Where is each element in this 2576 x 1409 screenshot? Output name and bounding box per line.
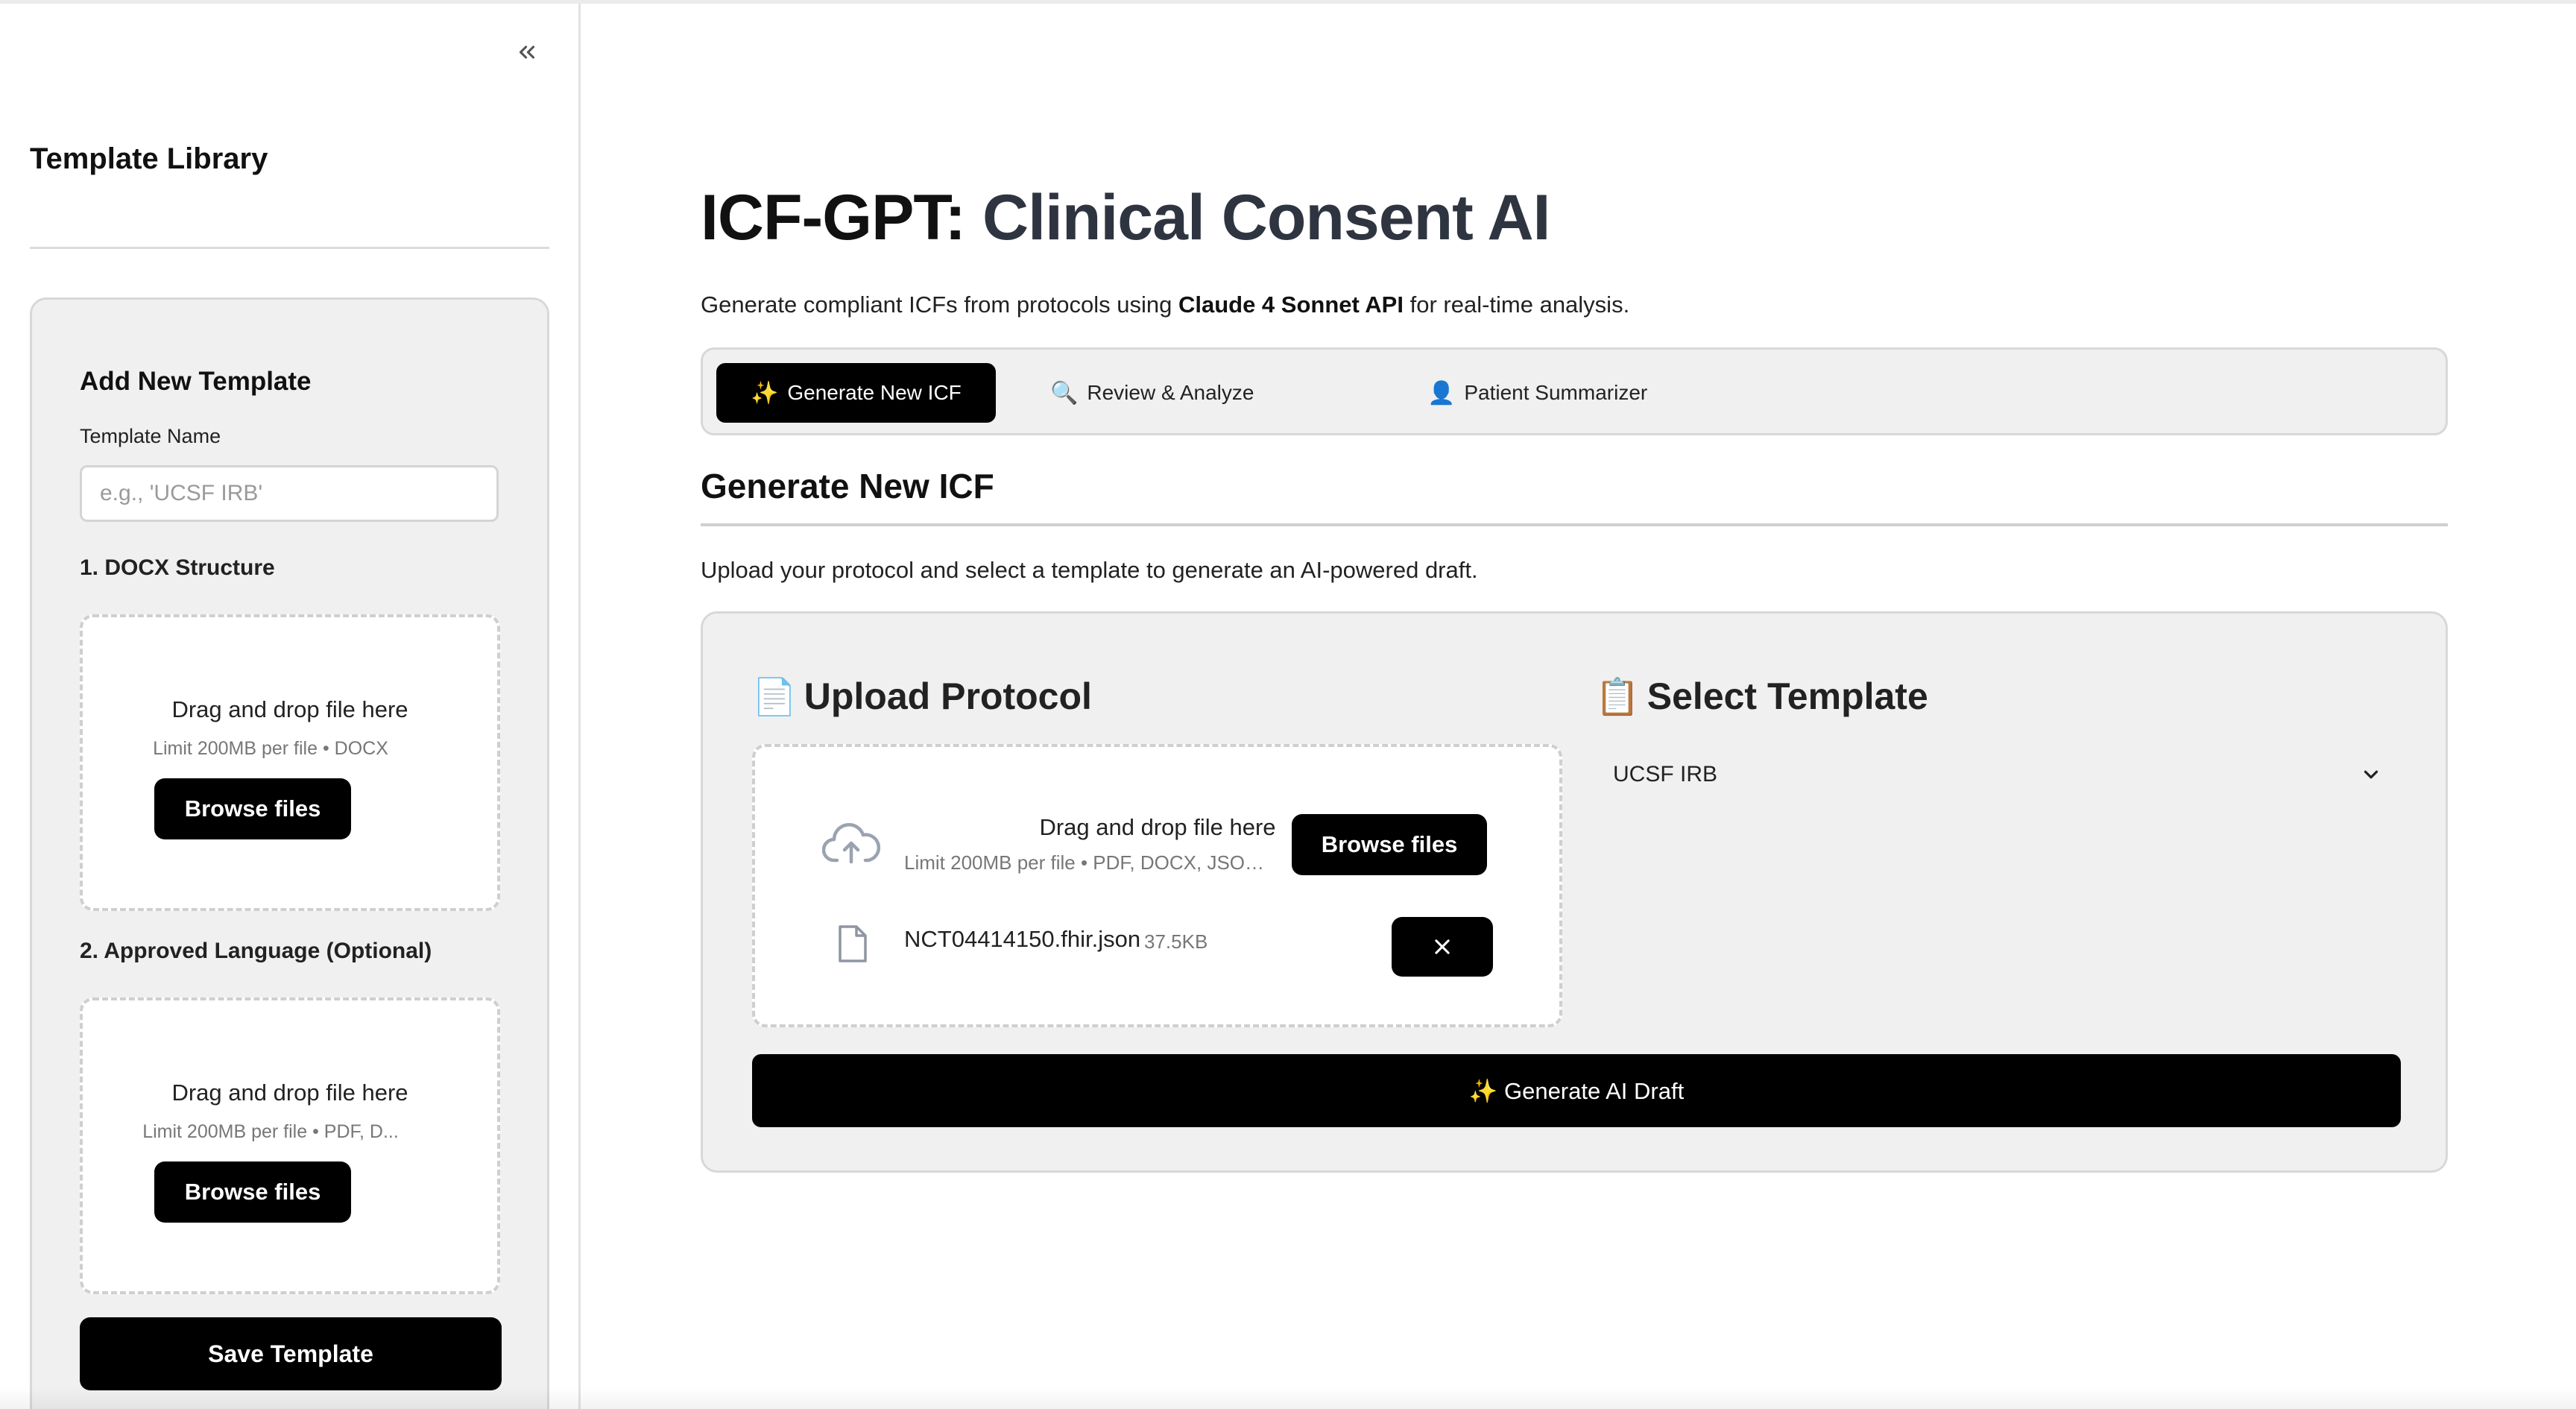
clipboard-icon: 📋 [1595,677,1640,717]
browse-files-button[interactable]: Browse files [154,778,351,839]
double-chevron-left-icon [519,45,535,59]
remove-file-button[interactable] [1392,917,1493,977]
page-title: ICF-GPT: Clinical Consent AI [701,181,1550,255]
main-content: ICF-GPT: Clinical Consent AI Generate co… [581,4,2576,1409]
template-select[interactable]: UCSF IRB [1595,744,2402,805]
approved-language-label: 2. Approved Language (Optional) [80,939,432,963]
sparkles-icon: ✨ [751,380,779,406]
close-icon [1435,939,1450,954]
tab-label: Generate New ICF [787,381,962,404]
page-subtitle: Generate compliant ICFs from protocols u… [701,291,1629,318]
file-icon [839,925,867,962]
select-heading-text: Select Template [1647,675,1928,717]
dropzone-limit: Limit 200MB per file • PDF, DOCX, JSON, … [904,851,1277,874]
magnifier-icon: 🔍 [1050,380,1079,406]
generate-ai-draft-button[interactable]: ✨ Generate AI Draft [752,1054,2401,1127]
tab-label: Review & Analyze [1087,381,1254,404]
tab-generate-new-icf[interactable]: ✨ Generate New ICF [716,363,996,423]
tab-bar: ✨ Generate New ICF 🔍 Review & Analyze 👤 … [701,347,2448,435]
subtitle-model: Claude 4 Sonnet API [1178,291,1404,318]
browse-files-button[interactable]: Browse files [1292,814,1487,875]
subtitle-post: for real-time analysis. [1409,291,1630,318]
template-select-value: UCSF IRB [1613,762,1718,787]
section-heading: Generate New ICF [701,467,994,505]
dropzone-limit: Limit 200MB per file • DOCX [153,738,388,759]
title-main: Clinical Consent AI [982,182,1550,253]
docx-dropzone[interactable]: Drag and drop file here Limit 200MB per … [80,614,500,911]
cloud-upload-icon [822,823,880,864]
approved-language-dropzone[interactable]: Drag and drop file here Limit 200MB per … [80,997,500,1294]
uploaded-file-size: 37.5KB [1144,930,1208,953]
tab-label: Patient Summarizer [1464,381,1648,404]
save-template-button[interactable]: Save Template [80,1317,502,1390]
sidebar: Template Library Add New Template Templa… [0,4,581,1409]
add-template-heading: Add New Template [80,367,312,396]
add-template-form: Add New Template Template Name 1. DOCX S… [30,297,549,1409]
title-prefix: ICF-GPT: [701,182,966,253]
dropzone-text: Drag and drop file here [171,696,408,722]
browse-files-button[interactable]: Browse files [154,1161,351,1223]
generate-form-card: 📄 Upload Protocol 📋 Select Template Drag… [701,611,2448,1173]
section-description: Upload your protocol and select a templa… [701,557,1478,583]
template-name-input[interactable] [80,465,499,522]
dropzone-limit: Limit 200MB per file • PDF, D... [142,1121,399,1142]
tab-review-analyze[interactable]: 🔍 Review & Analyze [1016,363,1288,423]
upload-protocol-heading: 📄 Upload Protocol [752,675,1092,718]
subtitle-pre: Generate compliant ICFs from protocols u… [701,291,1172,318]
bottom-shadow [0,1387,2576,1409]
dropzone-text: Drag and drop file here [171,1079,408,1106]
select-template-heading: 📋 Select Template [1595,675,1928,718]
chevron-down-icon [2364,770,2378,779]
section-divider [701,523,2448,526]
collapse-sidebar-button[interactable] [510,35,544,69]
tab-patient-summarizer[interactable]: 👤 Patient Summarizer [1393,363,1682,423]
sidebar-title: Template Library [30,142,268,175]
page-icon: 📄 [752,677,797,717]
upload-heading-text: Upload Protocol [804,675,1092,717]
dropzone-text: Drag and drop file here [1039,814,1276,840]
uploaded-file-name: NCT04414150.fhir.json [904,926,1141,952]
protocol-dropzone[interactable]: Drag and drop file here Limit 200MB per … [752,744,1562,1027]
sidebar-divider [30,247,549,249]
person-icon: 👤 [1427,380,1456,406]
docx-structure-label: 1. DOCX Structure [80,555,275,580]
template-name-label: Template Name [80,425,221,447]
